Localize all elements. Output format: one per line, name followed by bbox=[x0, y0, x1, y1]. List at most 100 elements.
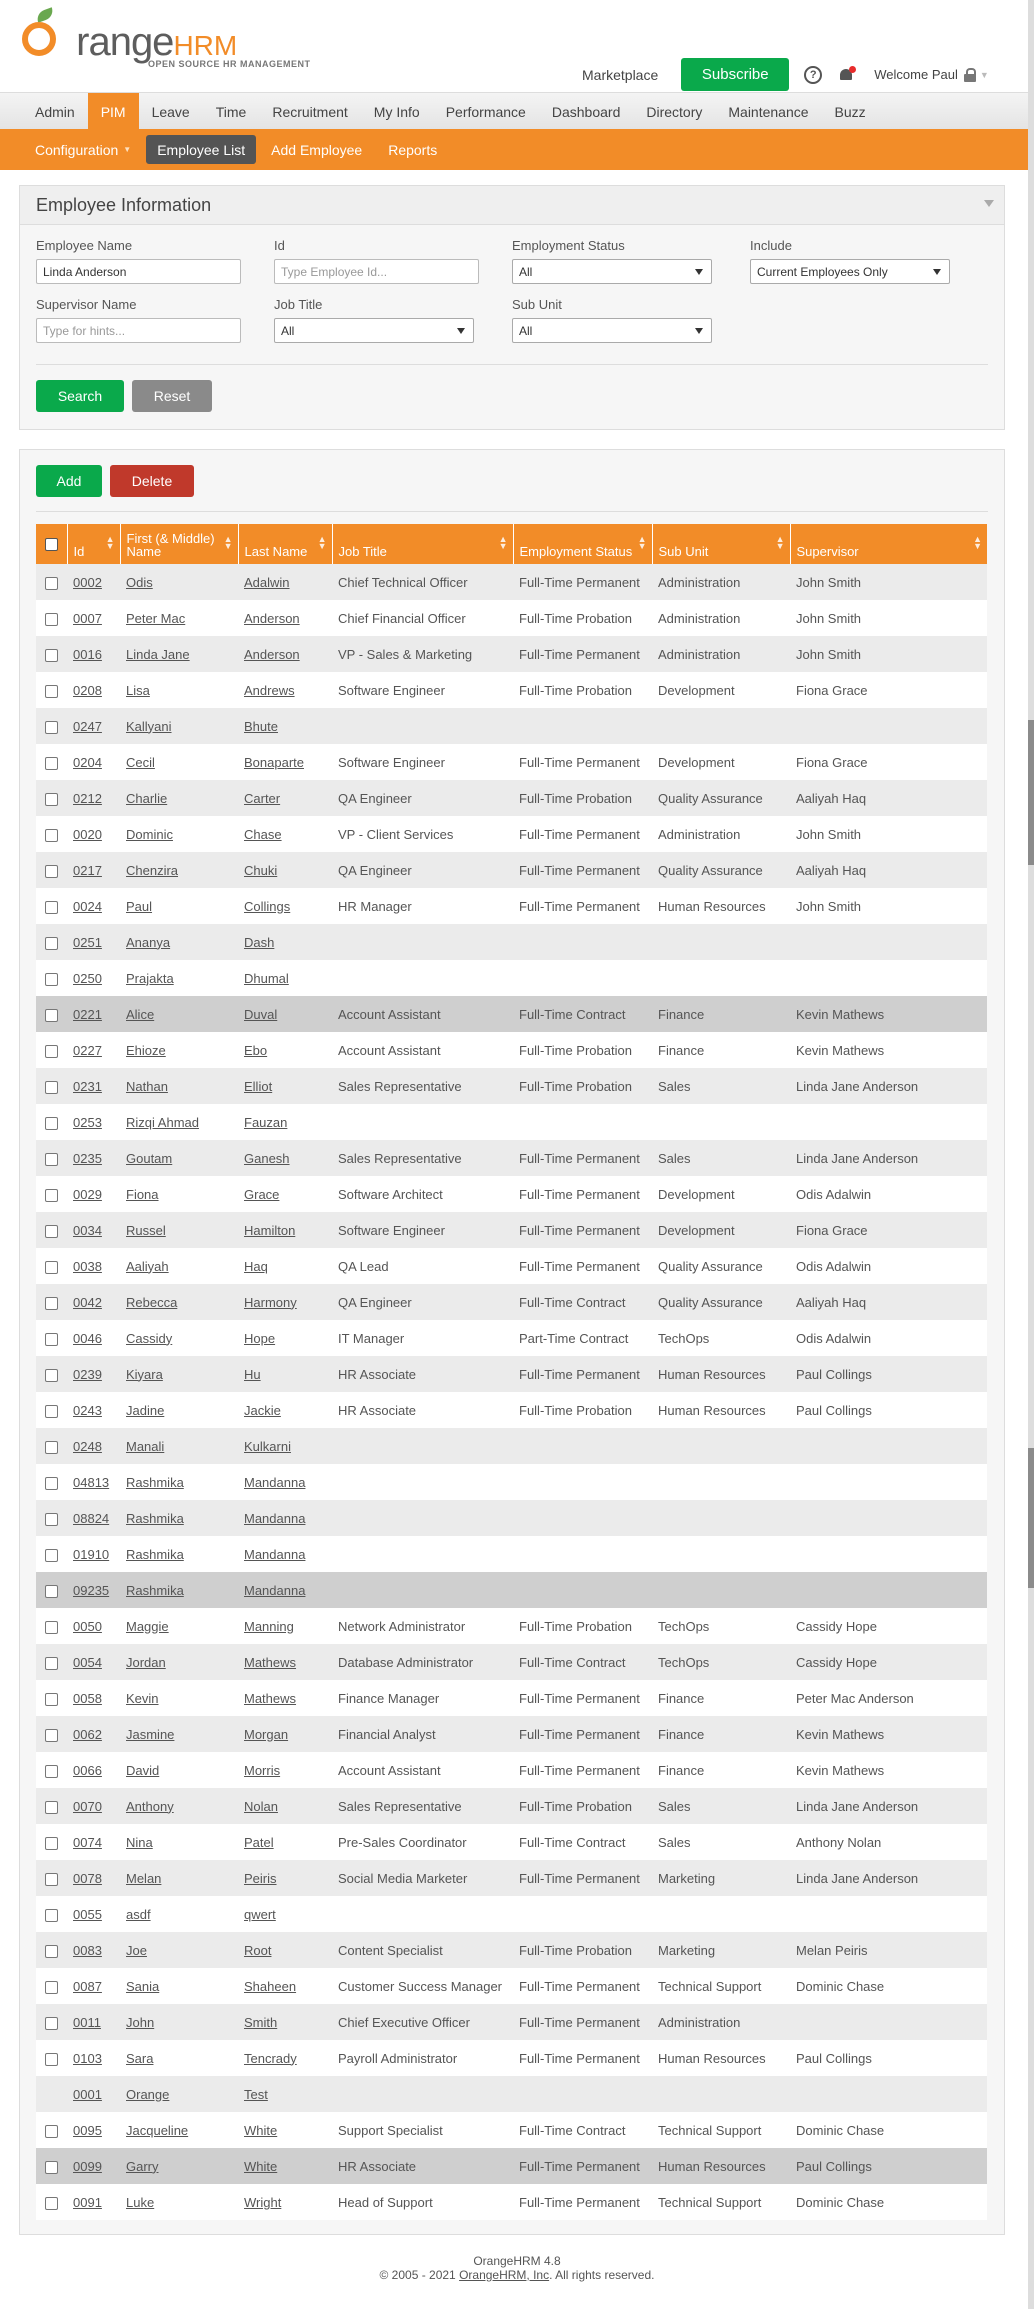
employee-id-link[interactable]: 0078 bbox=[73, 1871, 102, 1886]
sort-icon[interactable]: ▲ ▼ bbox=[318, 535, 327, 551]
menu-item-my-info[interactable]: My Info bbox=[361, 93, 433, 130]
last-name-link[interactable]: Bonaparte bbox=[244, 755, 304, 770]
first-name-link[interactable]: Kevin bbox=[126, 1691, 159, 1706]
first-name-link[interactable]: Joe bbox=[126, 1943, 147, 1958]
row-checkbox[interactable] bbox=[45, 936, 58, 950]
first-name-link[interactable]: Kiyara bbox=[126, 1367, 163, 1382]
last-name-link[interactable]: Mandanna bbox=[244, 1583, 305, 1598]
row-checkbox[interactable] bbox=[45, 648, 58, 662]
employee-id-link[interactable]: 0016 bbox=[73, 647, 102, 662]
first-name-link[interactable]: Ananya bbox=[126, 935, 170, 950]
table-row[interactable]: 0046 Cassidy Hope IT Manager Part-Time Contr… bbox=[36, 1320, 987, 1356]
sort-icon[interactable]: ▲ ▼ bbox=[973, 535, 982, 551]
row-checkbox[interactable] bbox=[45, 1296, 58, 1310]
last-name-link[interactable]: Carter bbox=[244, 791, 280, 806]
row-checkbox[interactable] bbox=[45, 1332, 58, 1346]
employee-id-link[interactable]: 0002 bbox=[73, 575, 102, 590]
employee-id-link[interactable]: 0055 bbox=[73, 1907, 102, 1922]
row-checkbox[interactable] bbox=[45, 2160, 58, 2174]
employee-id-link[interactable]: 0221 bbox=[73, 1007, 102, 1022]
sort-icon[interactable]: ▲ ▼ bbox=[499, 535, 508, 551]
row-checkbox[interactable] bbox=[45, 864, 58, 878]
employee-name-input[interactable] bbox=[36, 259, 241, 284]
submenu-item-add-employee[interactable]: Add Employee bbox=[260, 135, 373, 164]
menu-item-buzz[interactable]: Buzz bbox=[822, 93, 879, 130]
lock-icon[interactable] bbox=[963, 67, 976, 82]
first-name-link[interactable]: Fiona bbox=[126, 1187, 159, 1202]
last-name-link[interactable]: Wright bbox=[244, 2195, 281, 2210]
notification-bell-icon[interactable] bbox=[838, 65, 857, 83]
last-name-link[interactable]: Morgan bbox=[244, 1727, 288, 1742]
table-row[interactable]: 0024 Paul Collings HR Manager Full-Time Perm… bbox=[36, 888, 987, 924]
last-name-link[interactable]: Bhute bbox=[244, 719, 278, 734]
row-checkbox[interactable] bbox=[45, 1908, 58, 1922]
employee-id-link[interactable]: 0091 bbox=[73, 2195, 102, 2210]
row-checkbox[interactable] bbox=[45, 1764, 58, 1778]
menu-item-recruitment[interactable]: Recruitment bbox=[259, 93, 360, 130]
submenu-item-configuration[interactable]: Configuration ▼ bbox=[24, 135, 142, 164]
menu-item-pim[interactable]: PIM bbox=[87, 93, 139, 130]
employee-id-link[interactable]: 0054 bbox=[73, 1655, 102, 1670]
table-row[interactable]: 09235 Rashmika Mandanna bbox=[36, 1572, 987, 1608]
row-checkbox[interactable] bbox=[45, 1980, 58, 1994]
menu-item-time[interactable]: Time bbox=[203, 93, 260, 130]
row-checkbox[interactable] bbox=[45, 576, 58, 590]
table-row[interactable]: 0208 Lisa Andrews Software Engineer Full-Tim… bbox=[36, 672, 987, 708]
first-name-link[interactable]: Goutam bbox=[126, 1151, 172, 1166]
table-row[interactable]: 0239 Kiyara Hu HR Associate Full-Time Perman… bbox=[36, 1356, 987, 1392]
row-checkbox[interactable] bbox=[45, 612, 58, 626]
last-name-link[interactable]: Jackie bbox=[244, 1403, 281, 1418]
employee-id-link[interactable]: 0204 bbox=[73, 755, 102, 770]
last-name-link[interactable]: Dhumal bbox=[244, 971, 289, 986]
table-row[interactable]: 0248 Manali Kulkarni bbox=[36, 1428, 987, 1464]
last-name-link[interactable]: Hope bbox=[244, 1331, 275, 1346]
employee-id-link[interactable]: 0050 bbox=[73, 1619, 102, 1634]
menu-item-performance[interactable]: Performance bbox=[433, 93, 539, 130]
last-name-link[interactable]: Hu bbox=[244, 1367, 261, 1382]
employee-id-link[interactable]: 04813 bbox=[73, 1475, 109, 1490]
last-name-link[interactable]: Mandanna bbox=[244, 1511, 305, 1526]
employee-id-link[interactable]: 0007 bbox=[73, 611, 102, 626]
employee-id-link[interactable]: 0243 bbox=[73, 1403, 102, 1418]
employee-id-link[interactable]: 01910 bbox=[73, 1547, 109, 1562]
row-checkbox[interactable] bbox=[45, 1476, 58, 1490]
row-checkbox[interactable] bbox=[45, 1368, 58, 1382]
row-checkbox[interactable] bbox=[45, 2016, 58, 2030]
first-name-link[interactable]: Jordan bbox=[126, 1655, 166, 1670]
row-checkbox[interactable] bbox=[45, 720, 58, 734]
last-name-link[interactable]: Shaheen bbox=[244, 1979, 296, 1994]
first-name-link[interactable]: Rizqi Ahmad bbox=[126, 1115, 199, 1130]
table-row[interactable]: 0038 Aaliyah Haq QA Lead Full-Time Permanent… bbox=[36, 1248, 987, 1284]
column-header-sub-unit[interactable]: Sub Unit ▲ ▼ bbox=[652, 524, 791, 564]
employee-id-link[interactable]: 0253 bbox=[73, 1115, 102, 1130]
row-checkbox[interactable] bbox=[45, 1440, 58, 1454]
include-select[interactable]: Current Employees Only bbox=[750, 259, 950, 284]
table-row[interactable]: 0011 John Smith Chief Executive Officer Full… bbox=[36, 2004, 987, 2040]
row-checkbox[interactable] bbox=[45, 1116, 58, 1130]
first-name-link[interactable]: Nina bbox=[126, 1835, 153, 1850]
employee-id-link[interactable]: 08824 bbox=[73, 1511, 109, 1526]
table-row[interactable]: 04813 Rashmika Mandanna bbox=[36, 1464, 987, 1500]
table-row[interactable]: 0212 Charlie Carter QA Engineer Full-Time Pr… bbox=[36, 780, 987, 816]
row-checkbox[interactable] bbox=[45, 1692, 58, 1706]
table-row[interactable]: 0204 Cecil Bonaparte Software Engineer Full-… bbox=[36, 744, 987, 780]
first-name-link[interactable]: John bbox=[126, 2015, 154, 2030]
table-row[interactable]: 0062 Jasmine Morgan Financial Analyst Full-T… bbox=[36, 1716, 987, 1752]
menu-item-directory[interactable]: Directory bbox=[633, 93, 715, 130]
sort-icon[interactable]: ▲ ▼ bbox=[776, 535, 785, 551]
first-name-link[interactable]: Sara bbox=[126, 2051, 153, 2066]
first-name-link[interactable]: Sania bbox=[126, 1979, 159, 1994]
row-checkbox[interactable] bbox=[45, 1260, 58, 1274]
employee-id-link[interactable]: 0046 bbox=[73, 1331, 102, 1346]
table-row[interactable]: 0217 Chenzira Chuki QA Engineer Full-Time Pe… bbox=[36, 852, 987, 888]
employee-id-link[interactable]: 0024 bbox=[73, 899, 102, 914]
row-checkbox[interactable] bbox=[45, 2124, 58, 2138]
last-name-link[interactable]: Patel bbox=[244, 1835, 274, 1850]
table-row[interactable]: 0016 Linda Jane Anderson VP - Sales & Marke… bbox=[36, 636, 987, 672]
employee-id-link[interactable]: 0083 bbox=[73, 1943, 102, 1958]
last-name-link[interactable]: Chuki bbox=[244, 863, 277, 878]
last-name-link[interactable]: Mandanna bbox=[244, 1475, 305, 1490]
sort-icon[interactable]: ▲ ▼ bbox=[638, 535, 647, 551]
last-name-link[interactable]: Root bbox=[244, 1943, 271, 1958]
first-name-link[interactable]: Odis bbox=[126, 575, 153, 590]
